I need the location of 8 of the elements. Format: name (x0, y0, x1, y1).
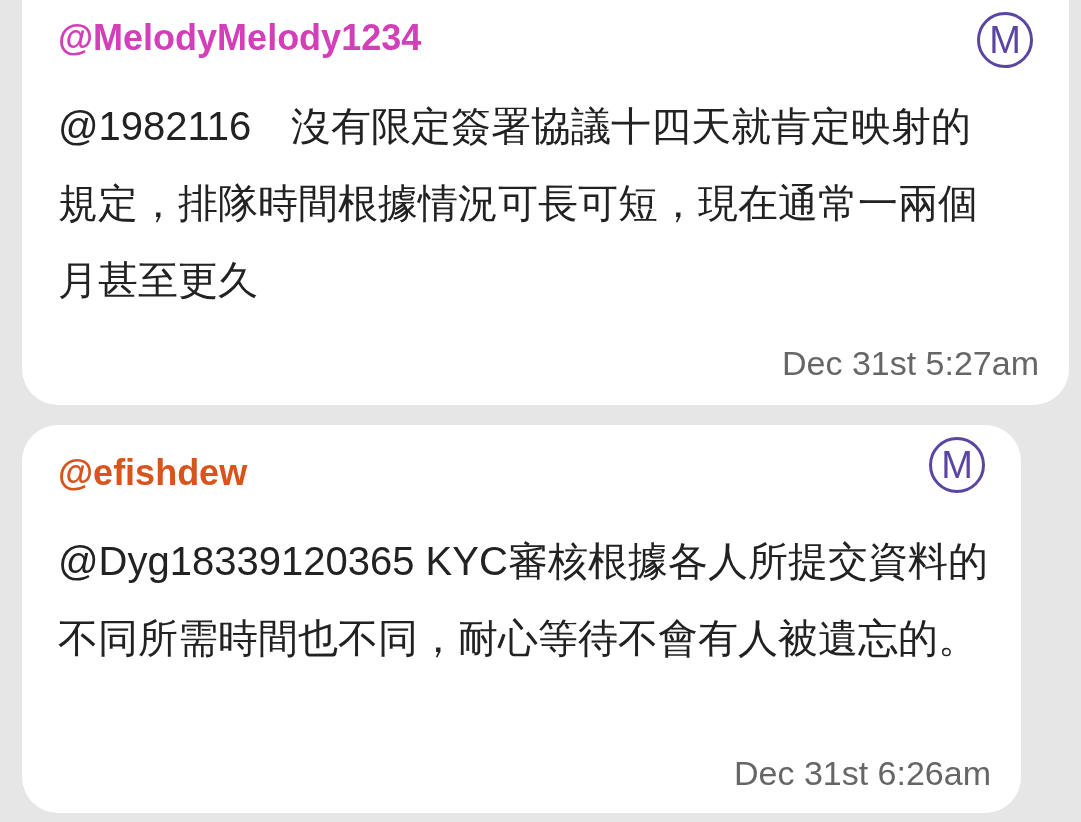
message-text: @1982116 沒有限定簽署協議十四天就肯定映射的規定，排隊時間根據情況可長可短，現在通常一兩個月甚至更久 (58, 103, 979, 304)
message-text: @Dyg18339120365 KYC審核根據各人所提交資料的不同所需時間也不同，耐心等待不會有人被遺忘的。 (58, 538, 989, 662)
badge-icon: M (977, 12, 1033, 68)
timestamp: Dec 31st 5:27am (781, 343, 1039, 384)
badge-icon: M (929, 437, 985, 493)
username[interactable]: @efishdew (58, 449, 248, 497)
username[interactable]: @MelodyMelody1234 (58, 14, 422, 62)
timestamp: Dec 31st 6:26am (733, 753, 991, 794)
